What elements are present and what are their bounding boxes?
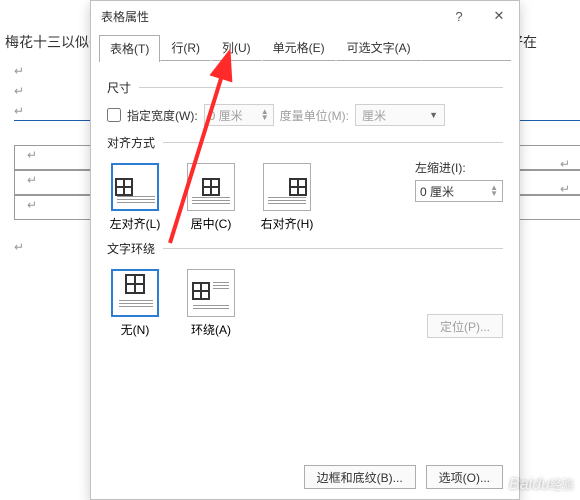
align-right-label: 右对齐(H) xyxy=(261,217,314,231)
size-group: 尺寸 指定宽度(W): 0 厘米 ▲▼ 度量单位(M): 厘米 ▼ xyxy=(107,79,503,126)
wrap-none-label: 无(N) xyxy=(121,323,150,337)
tab-column[interactable]: 列(U) xyxy=(211,34,262,61)
spinner-arrows-icon[interactable]: ▲▼ xyxy=(490,185,498,197)
spinner-arrows-icon[interactable]: ▲▼ xyxy=(261,109,269,121)
align-left-option[interactable]: 左对齐(L) xyxy=(107,163,163,232)
width-value: 0 厘米 xyxy=(209,107,243,124)
dialog-title: 表格属性 xyxy=(101,8,149,25)
close-button[interactable]: ✕ xyxy=(479,1,519,31)
specify-width-label: 指定宽度(W): xyxy=(127,107,198,124)
table-properties-dialog: 表格属性 ? ✕ 表格(T) 行(R) 列(U) 单元格(E) 可选文字(A) … xyxy=(90,0,520,500)
positioning-button: 定位(P)... xyxy=(427,314,503,338)
align-center-option[interactable]: 居中(C) xyxy=(183,163,239,232)
left-indent-value: 0 厘米 xyxy=(420,183,454,200)
alignment-legend: 对齐方式 xyxy=(107,134,163,151)
tab-row[interactable]: 行(R) xyxy=(160,34,211,61)
text-wrap-legend: 文字环绕 xyxy=(107,240,163,257)
paragraph-mark: ↵ xyxy=(14,64,24,78)
dialog-footer: 边框和底纹(B)... 选项(O)... xyxy=(304,465,503,489)
measure-unit-select: 厘米 ▼ xyxy=(355,104,445,126)
borders-shading-button[interactable]: 边框和底纹(B)... xyxy=(304,465,416,489)
align-right-option[interactable]: 右对齐(H) xyxy=(259,163,315,232)
size-legend: 尺寸 xyxy=(107,79,139,96)
bg-cell-mark: ↵ xyxy=(560,155,580,180)
chevron-down-icon: ▼ xyxy=(429,110,438,120)
align-left-label: 左对齐(L) xyxy=(110,217,161,231)
paragraph-mark: ↵ xyxy=(14,84,24,98)
options-button[interactable]: 选项(O)... xyxy=(426,465,503,489)
text-wrap-group: 文字环绕 无(N) 环绕(A) 定位(P)... xyxy=(107,240,503,338)
align-center-label: 居中(C) xyxy=(191,217,232,231)
tab-table[interactable]: 表格(T) xyxy=(99,35,160,62)
left-indent-label: 左缩进(I): xyxy=(415,159,503,176)
wrap-around-label: 环绕(A) xyxy=(191,323,231,337)
alignment-group: 对齐方式 左对齐(L) 居中(C) 右对齐(H) xyxy=(107,134,503,232)
paragraph-mark: ↵ xyxy=(14,104,24,118)
help-button[interactable]: ? xyxy=(439,1,479,31)
bg-cell-mark: ↵ xyxy=(560,180,580,205)
watermark-suffix: 经验 xyxy=(550,478,574,492)
measure-unit-label: 度量单位(M): xyxy=(280,107,349,124)
measure-unit-value: 厘米 xyxy=(362,107,386,124)
width-spinner[interactable]: 0 厘米 ▲▼ xyxy=(204,104,274,126)
tab-alt-text[interactable]: 可选文字(A) xyxy=(336,34,422,61)
paragraph-mark: ↵ xyxy=(14,240,24,254)
wrap-around-option[interactable]: 环绕(A) xyxy=(183,269,239,338)
tab-strip: 表格(T) 行(R) 列(U) 单元格(E) 可选文字(A) xyxy=(91,31,519,61)
wrap-none-option[interactable]: 无(N) xyxy=(107,269,163,338)
specify-width-checkbox[interactable] xyxy=(107,108,121,122)
left-indent-spinner[interactable]: 0 厘米 ▲▼ xyxy=(415,180,503,202)
tab-cell[interactable]: 单元格(E) xyxy=(262,34,336,61)
dialog-titlebar[interactable]: 表格属性 ? ✕ xyxy=(91,1,519,31)
